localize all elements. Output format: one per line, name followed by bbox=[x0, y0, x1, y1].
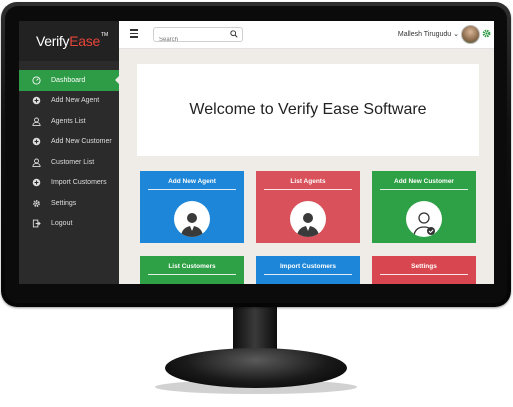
agent-avatar-icon bbox=[174, 201, 210, 237]
sidebar-item-add-new-agent[interactable]: Add New Agent bbox=[19, 91, 119, 112]
sidebar-item-label: Import Customers bbox=[51, 179, 107, 187]
sidebar-item-logout[interactable]: Logout bbox=[19, 214, 119, 235]
tile-add-new-customer[interactable]: Add New Customer bbox=[372, 171, 476, 243]
sidebar-item-settings[interactable]: Settings bbox=[19, 193, 119, 214]
sidebar: Verify Ease TM Dashboard Add New Agent Age… bbox=[19, 21, 119, 284]
tile-list-agents[interactable]: List Agents bbox=[256, 171, 360, 243]
app-logo[interactable]: Verify Ease TM bbox=[19, 21, 119, 61]
user-menu[interactable]: Mallesh Tirugudu ⌄ bbox=[398, 30, 459, 38]
sidebar-item-label: Dashboard bbox=[51, 76, 86, 84]
monitor-stand-base bbox=[165, 348, 347, 388]
logo-accent-text: Ease bbox=[69, 33, 100, 49]
welcome-panel: Welcome to Verify Ease Software bbox=[137, 64, 479, 156]
topbar: Mallesh Tirugudu ⌄ bbox=[119, 21, 494, 49]
dashboard-icon bbox=[30, 74, 42, 86]
gear-icon bbox=[30, 197, 42, 209]
user-icon bbox=[30, 115, 42, 127]
sidebar-item-dashboard[interactable]: Dashboard bbox=[19, 70, 119, 91]
plus-circle-icon bbox=[30, 177, 42, 189]
tile-divider bbox=[380, 189, 468, 190]
tile-label: List Agents bbox=[290, 178, 326, 185]
tile-import-customers[interactable]: Import Customers bbox=[256, 256, 360, 284]
search-box bbox=[153, 27, 243, 46]
tile-label: List Customers bbox=[168, 263, 216, 270]
tile-divider bbox=[264, 274, 352, 275]
tile-add-new-agent[interactable]: Add New Agent bbox=[140, 171, 244, 243]
sidebar-item-add-new-customer[interactable]: Add New Customer bbox=[19, 132, 119, 153]
sidebar-item-customer-list[interactable]: Customer List bbox=[19, 152, 119, 173]
search-input[interactable] bbox=[154, 33, 225, 46]
tile-list-customers[interactable]: List Customers bbox=[140, 256, 244, 284]
logout-icon bbox=[30, 218, 42, 230]
tile-divider bbox=[148, 274, 236, 275]
hamburger-menu-icon[interactable] bbox=[130, 29, 138, 38]
sidebar-item-agents-list[interactable]: Agents List bbox=[19, 111, 119, 132]
user-icon bbox=[30, 156, 42, 168]
tile-settings[interactable]: Settings bbox=[372, 256, 476, 284]
customer-check-icon bbox=[406, 201, 442, 237]
sidebar-item-label: Settings bbox=[51, 199, 77, 207]
sidebar-item-label: Add New Agent bbox=[51, 97, 100, 105]
tile-label: Add New Customer bbox=[394, 178, 454, 185]
plus-circle-icon bbox=[30, 95, 42, 107]
plus-circle-icon bbox=[30, 136, 42, 148]
gear-icon[interactable] bbox=[482, 29, 491, 38]
tile-divider bbox=[380, 274, 468, 275]
avatar[interactable] bbox=[461, 25, 480, 44]
tile-label: Import Customers bbox=[280, 263, 336, 270]
sidebar-menu: Dashboard Add New Agent Agents List Add … bbox=[19, 70, 119, 234]
app-screen: Verify Ease TM Dashboard Add New Agent Age… bbox=[19, 21, 494, 284]
search-icon[interactable] bbox=[230, 30, 238, 38]
sidebar-item-label: Logout bbox=[51, 220, 73, 228]
chevron-down-icon: ⌄ bbox=[453, 31, 459, 38]
sidebar-item-label: Agents List bbox=[51, 117, 86, 125]
sidebar-item-label: Customer List bbox=[51, 158, 95, 166]
tile-label: Settings bbox=[411, 263, 437, 270]
logo-main-text: Verify bbox=[36, 33, 70, 49]
welcome-heading: Welcome to Verify Ease Software bbox=[189, 101, 427, 118]
tile-divider bbox=[264, 189, 352, 190]
user-name: Mallesh Tirugudu bbox=[397, 31, 452, 38]
tile-divider bbox=[148, 189, 236, 190]
sidebar-item-label: Add New Customer bbox=[51, 138, 112, 146]
sidebar-item-import-customers[interactable]: Import Customers bbox=[19, 173, 119, 194]
logo-trademark: TM bbox=[100, 32, 109, 38]
tile-label: Add New Agent bbox=[168, 178, 216, 185]
agent-avatar-icon bbox=[290, 201, 326, 237]
